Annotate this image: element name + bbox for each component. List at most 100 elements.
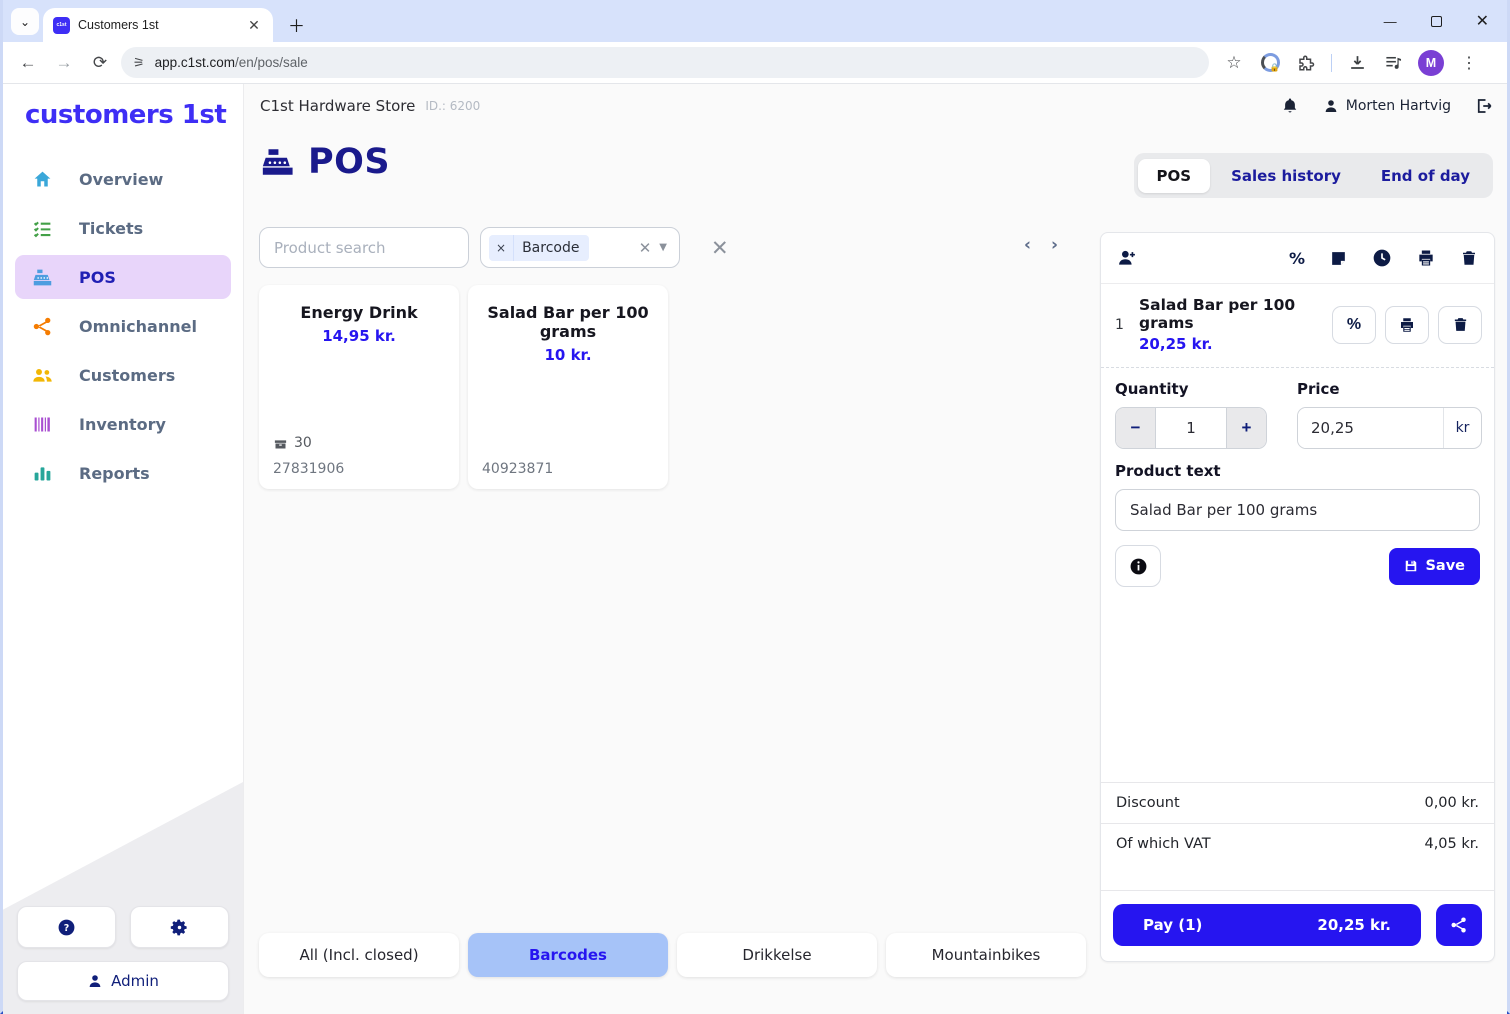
forward-button[interactable]: →	[49, 48, 79, 78]
users-icon	[33, 368, 52, 382]
tab-close-icon[interactable]: ✕	[245, 16, 263, 34]
sidebar-item-overview[interactable]: Overview	[15, 157, 231, 201]
save-button[interactable]: Save	[1389, 547, 1480, 585]
bookmark-star-icon[interactable]: ☆	[1223, 52, 1245, 74]
line-info-button[interactable]	[1115, 545, 1161, 587]
favicon: c1st	[53, 16, 70, 34]
clear-filters-icon[interactable]: ✕	[711, 236, 729, 260]
person-icon	[89, 975, 101, 987]
discount-value: 0,00 kr.	[1424, 795, 1479, 811]
product-grid: Energy Drink 14,95 kr. 30 27831906 Salad…	[259, 285, 668, 489]
price-input[interactable]	[1298, 408, 1443, 448]
discount-label: Discount	[1116, 795, 1180, 811]
app-logo: customers 1st	[25, 100, 227, 130]
quantity-input[interactable]	[1155, 408, 1227, 448]
main-content: C1st Hardware Store ID.: 6200 Morten Har…	[244, 84, 1507, 1014]
share-nodes-icon	[33, 317, 51, 335]
window-close-button[interactable]: ✕	[1476, 11, 1489, 31]
line-discount-button[interactable]: %	[1332, 305, 1376, 344]
user-name: Morten Hartvig	[1345, 98, 1451, 114]
vat-row: Of which VAT 4,05 kr.	[1101, 823, 1494, 864]
home-icon	[34, 171, 51, 186]
select-caret-icon[interactable]: ▼	[659, 242, 667, 253]
tab-pos[interactable]: POS	[1137, 158, 1211, 193]
quantity-decrease-button[interactable]: −	[1116, 408, 1155, 448]
gear-icon	[170, 919, 187, 935]
extensions-puzzle-icon[interactable]	[1295, 52, 1317, 74]
cart-note-icon[interactable]	[1329, 249, 1348, 268]
browser-profile-avatar[interactable]: M	[1418, 49, 1444, 76]
user-icon	[1325, 100, 1337, 112]
category-barcodes[interactable]: Barcodes	[468, 933, 668, 977]
window-maximize-button[interactable]	[1430, 15, 1442, 27]
page-prev-icon[interactable]: ‹	[1024, 235, 1031, 255]
cart-print-icon[interactable]	[1416, 248, 1436, 268]
pos-title-icon	[262, 149, 293, 175]
pos-tab-group: POS Sales history End of day	[1133, 153, 1493, 198]
tab-end-of-day[interactable]: End of day	[1362, 159, 1489, 193]
store-name: C1st Hardware Store	[260, 97, 416, 115]
product-search-input[interactable]	[259, 227, 469, 268]
vat-label: Of which VAT	[1116, 836, 1211, 852]
help-button[interactable]: ?	[17, 906, 116, 948]
url-bar[interactable]: ⚞ app.c1st.com/en/pos/sale	[121, 47, 1209, 78]
stock-icon	[274, 439, 287, 448]
category-mountainbikes[interactable]: Mountainbikes	[886, 933, 1086, 977]
sidebar-item-pos[interactable]: POS	[15, 255, 231, 299]
new-tab-button[interactable]: ＋	[288, 12, 305, 37]
notifications-bell-icon[interactable]	[1281, 97, 1299, 115]
product-text-input[interactable]	[1115, 489, 1480, 531]
user-menu[interactable]: Morten Hartvig	[1323, 98, 1451, 114]
password-manager-extension-icon[interactable]	[1259, 52, 1281, 74]
select-clear-icon[interactable]: ✕	[639, 239, 652, 257]
add-customer-icon[interactable]	[1117, 248, 1137, 268]
tab-sales-history[interactable]: Sales history	[1212, 159, 1360, 193]
chip-remove-icon[interactable]: ×	[489, 234, 515, 261]
price-unit: kr	[1443, 408, 1481, 448]
window-minimize-button[interactable]: —	[1384, 14, 1397, 29]
help-icon: ?	[58, 919, 75, 935]
vat-value: 4,05 kr.	[1424, 836, 1479, 852]
line-print-button[interactable]	[1385, 305, 1429, 344]
category-all[interactable]: All (Incl. closed)	[259, 933, 459, 977]
logout-icon[interactable]	[1475, 97, 1493, 115]
share-sale-button[interactable]	[1436, 904, 1482, 946]
store-id: ID.: 6200	[425, 99, 481, 113]
admin-label: Admin	[111, 972, 159, 990]
line-name: Salad Bar per 100 grams	[1139, 296, 1296, 332]
category-drikkelse[interactable]: Drikkelse	[677, 933, 877, 977]
media-controls-icon[interactable]	[1382, 52, 1404, 74]
cart-discount-icon[interactable]: %	[1289, 249, 1305, 268]
sidebar-item-inventory[interactable]: Inventory	[15, 402, 231, 446]
sidebar-item-customers[interactable]: Customers	[15, 353, 231, 397]
sidebar-item-omnichannel[interactable]: Omnichannel	[15, 304, 231, 348]
cart-panel: % 1 Salad Bar per 100 grams 20,25 kr. % …	[1100, 232, 1495, 962]
discount-row: Discount 0,00 kr.	[1101, 782, 1494, 823]
pay-label: Pay (1)	[1143, 916, 1203, 934]
cart-line-item[interactable]: 1 Salad Bar per 100 grams 20,25 kr. %	[1101, 284, 1494, 368]
cart-park-sale-icon[interactable]	[1372, 248, 1392, 268]
tab-search-button[interactable]: ⌄	[11, 8, 39, 35]
downloads-icon[interactable]	[1346, 52, 1368, 74]
sidebar-item-tickets[interactable]: Tickets	[15, 206, 231, 250]
url-text: app.c1st.com/en/pos/sale	[154, 55, 308, 70]
product-card-energy-drink[interactable]: Energy Drink 14,95 kr. 30 27831906	[259, 285, 459, 489]
page-next-icon[interactable]: ›	[1051, 235, 1058, 255]
browser-window: ⌄ c1st Customers 1st ✕ ＋ — ✕ ← → ⟳ ⚞ app…	[0, 0, 1510, 1014]
settings-button[interactable]	[130, 906, 229, 948]
quantity-increase-button[interactable]: +	[1227, 408, 1266, 448]
site-settings-icon[interactable]: ⚞	[133, 55, 145, 71]
quantity-stepper: − +	[1115, 407, 1267, 449]
back-button[interactable]: ←	[13, 48, 43, 78]
line-delete-button[interactable]	[1438, 305, 1482, 344]
admin-button[interactable]: Admin	[17, 961, 229, 1001]
category-filter-select[interactable]: × Barcode ✕ ▼	[480, 227, 680, 268]
browser-menu-icon[interactable]: ⋮	[1458, 52, 1480, 74]
reload-button[interactable]: ⟳	[85, 48, 115, 78]
browser-tab[interactable]: c1st Customers 1st ✕	[43, 8, 273, 42]
product-card-salad-bar[interactable]: Salad Bar per 100 grams 10 kr. 40923871	[468, 285, 668, 489]
sidebar-item-reports[interactable]: Reports	[15, 451, 231, 495]
cart-clear-icon[interactable]	[1460, 249, 1478, 267]
product-barcode: 40923871	[482, 461, 554, 477]
pay-button[interactable]: Pay (1) 20,25 kr.	[1113, 904, 1421, 946]
